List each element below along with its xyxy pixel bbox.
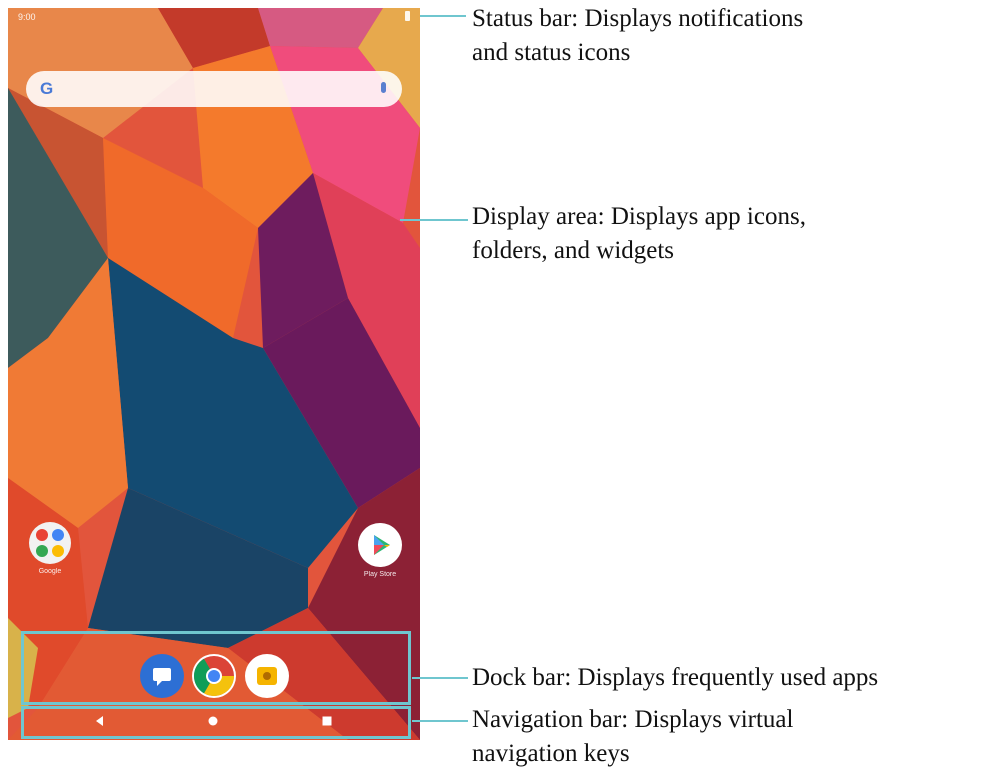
dock-bar-annotation-line1: Dock bar: Displays frequently used apps: [472, 664, 879, 691]
app-folder[interactable]: Google: [20, 522, 80, 575]
navigation-bar-highlight: [21, 706, 411, 739]
status-bar-leader: [420, 15, 466, 17]
folder-label: Google: [38, 568, 62, 575]
status-bar-annotation: Status bar: Displays notifications and s…: [472, 2, 803, 70]
google-logo-icon: G: [40, 79, 54, 98]
display-area-annotation-line1: Display area: Displays app icons,: [472, 203, 806, 230]
battery-icon: [405, 11, 410, 21]
status-bar-annotation-line2: and status icons: [472, 39, 631, 66]
folder-icon: [29, 522, 71, 564]
status-bar-annotation-line1: Status bar: Displays notifications: [472, 5, 804, 32]
dock-bar-annotation: Dock bar: Displays frequently used apps: [472, 661, 878, 695]
display-area-annotation: Display area: Displays app icons, folder…: [472, 200, 806, 268]
display-area-leader: [400, 219, 468, 221]
mic-icon[interactable]: [381, 82, 386, 93]
navigation-bar-leader: [412, 720, 468, 722]
navigation-bar-annotation: Navigation bar: Displays virtual navigat…: [472, 703, 793, 771]
dock-bar-highlight: [21, 631, 411, 705]
dock-bar-leader: [412, 677, 468, 679]
navigation-bar-annotation-line1: Navigation bar: Displays virtual: [472, 706, 794, 733]
play-store-icon: [358, 523, 402, 567]
status-time: 9:00: [18, 12, 36, 22]
app-play-store[interactable]: Play Store: [350, 523, 410, 578]
display-area-annotation-line2: folders, and widgets: [472, 237, 675, 264]
play-store-label: Play Store: [363, 571, 397, 578]
google-search-bar[interactable]: G: [26, 71, 402, 107]
navigation-bar-annotation-line2: navigation keys: [472, 740, 630, 767]
